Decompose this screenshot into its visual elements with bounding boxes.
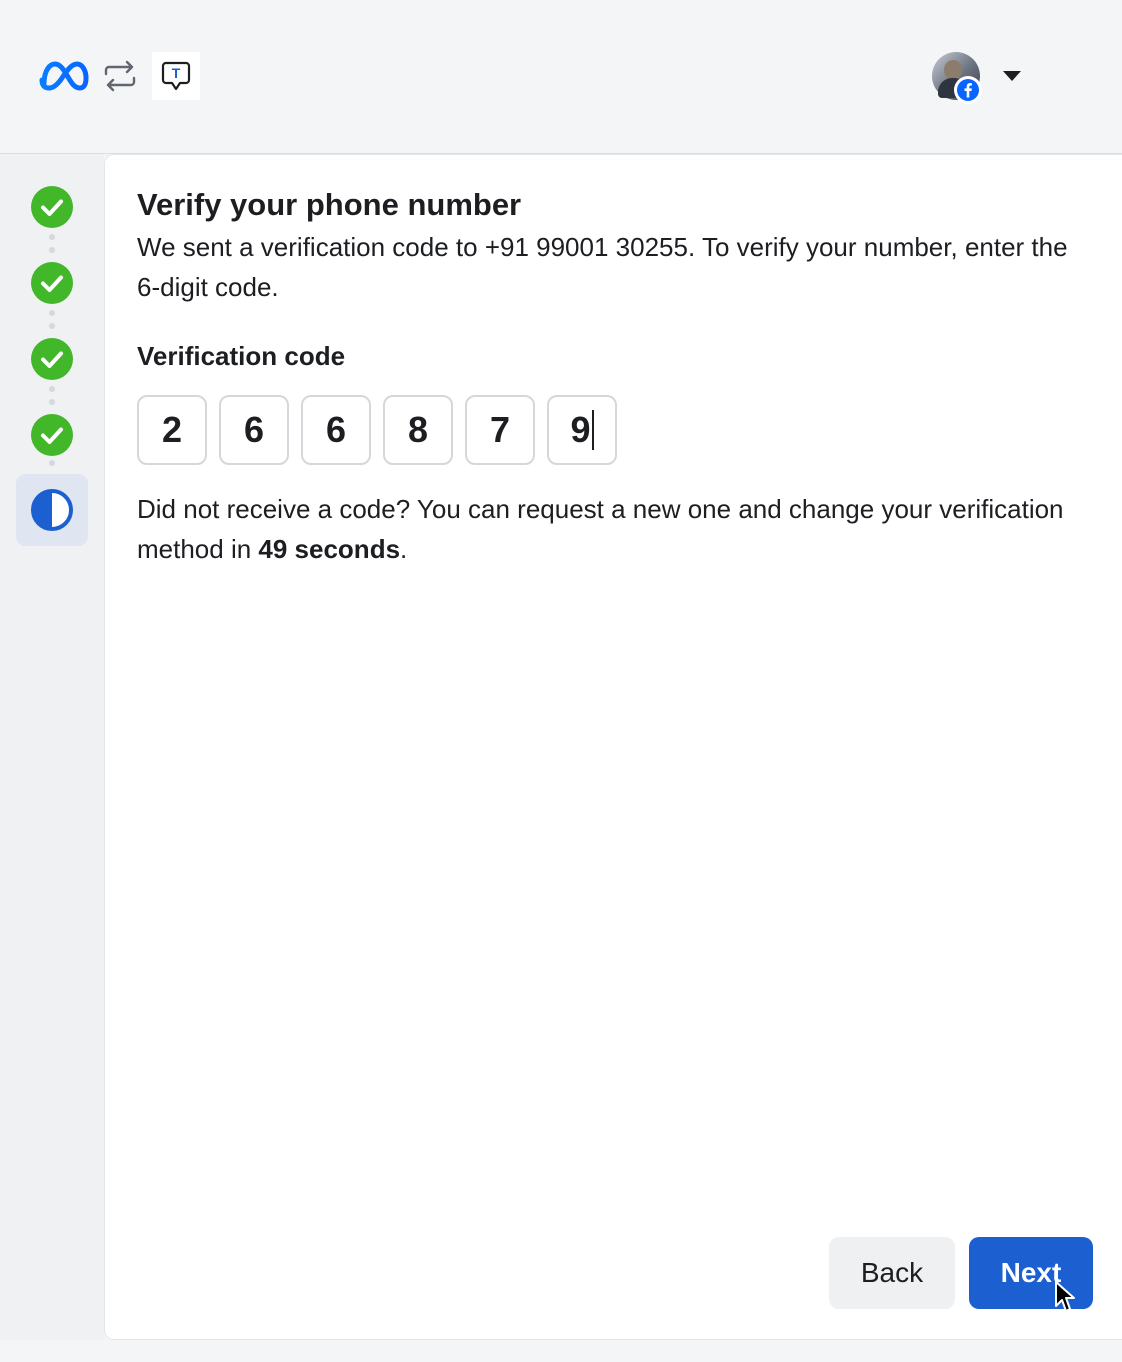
t-app-button[interactable]: T — [152, 52, 200, 100]
back-button[interactable]: Back — [829, 1237, 955, 1309]
meta-logo-icon[interactable] — [38, 58, 90, 94]
code-digit-input[interactable]: 9 — [547, 395, 617, 465]
svg-text:T: T — [172, 65, 181, 81]
code-digit-input[interactable]: 7 — [465, 395, 535, 465]
verification-code-inputs: 2 6 6 8 7 9 — [137, 395, 617, 465]
check-circle-icon — [31, 186, 73, 228]
step-connector — [49, 234, 55, 260]
resend-info-text: Did not receive a code? You can request … — [137, 494, 1064, 564]
check-circle-icon — [31, 414, 73, 456]
code-digit-input[interactable]: 2 — [137, 395, 207, 465]
description-text: We sent a verification code to +91 99001… — [137, 232, 1068, 302]
facebook-badge-icon — [954, 76, 982, 104]
step-connector — [49, 386, 55, 412]
check-circle-icon — [31, 262, 73, 304]
mouse-pointer-icon — [1055, 1281, 1075, 1312]
half-circle-icon — [31, 489, 73, 531]
text-cursor — [591, 410, 594, 450]
step-connector — [49, 310, 55, 336]
verification-card: Verify your phone number We sent a verif… — [104, 154, 1122, 1340]
caret-down-icon[interactable] — [1002, 70, 1022, 82]
code-digit-input[interactable]: 6 — [301, 395, 371, 465]
message-t-icon: T — [161, 61, 191, 91]
page-title: Verify your phone number — [137, 187, 522, 222]
top-bar: T — [0, 0, 1122, 154]
check-circle-icon — [31, 338, 73, 380]
step-connector — [49, 460, 55, 473]
progress-stepper — [0, 154, 104, 1340]
resend-countdown: 49 seconds — [258, 534, 401, 564]
verification-code-label: Verification code — [137, 341, 346, 371]
code-digit-input[interactable]: 6 — [219, 395, 289, 465]
switch-accounts-icon[interactable] — [102, 60, 138, 92]
code-digit-input[interactable]: 8 — [383, 395, 453, 465]
